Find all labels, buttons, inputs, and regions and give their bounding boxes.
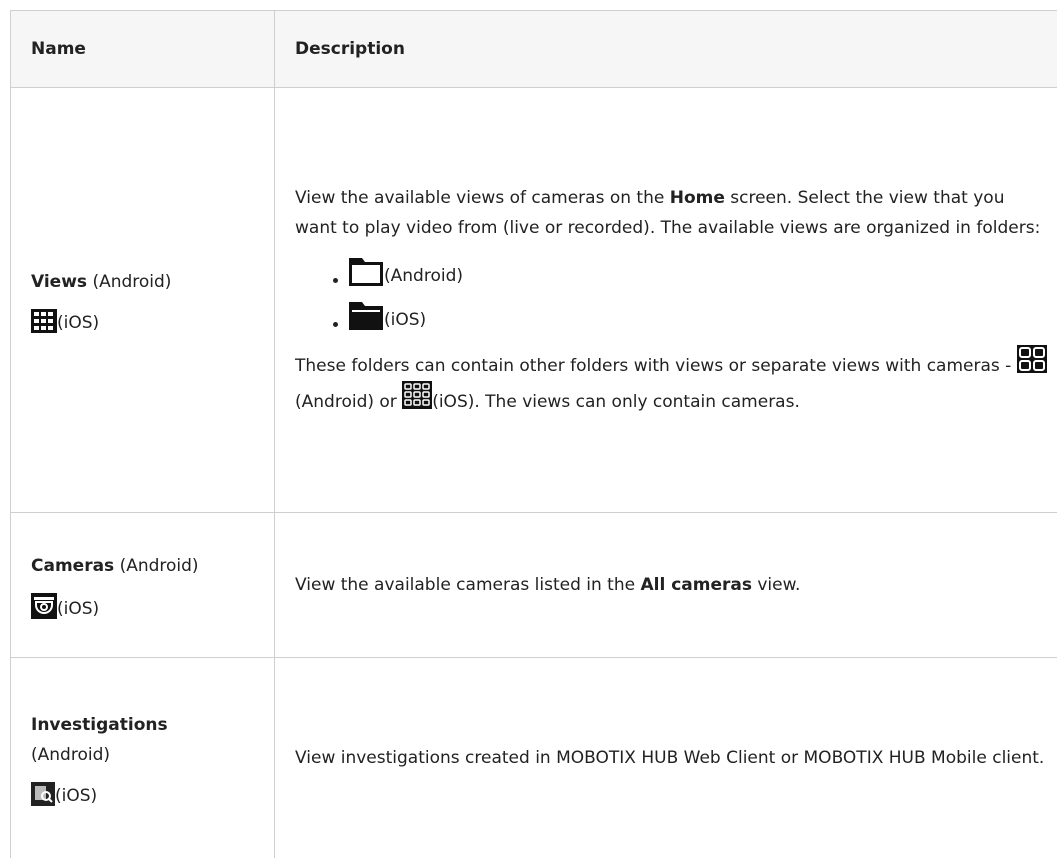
desc-text: view. — [751, 575, 801, 595]
description-cell: View investigations created in MOBOTIX H… — [275, 658, 1057, 858]
description-cell: View the available cameras listed in the… — [275, 513, 1057, 657]
description-paragraph: These folders can contain other folders … — [295, 345, 1050, 417]
bullet-label: (iOS) — [384, 310, 427, 330]
folder-outline-icon — [349, 258, 383, 286]
description-paragraph: View the available cameras listed in the… — [295, 570, 1050, 600]
grid-icon — [31, 309, 57, 333]
row-name: Cameras (Android) — [31, 551, 274, 581]
desc-text: (Android) or — [295, 392, 403, 412]
row-name-bold: Investigations — [31, 715, 168, 735]
feature-table: Name Description Views (Android) (iOS) V… — [10, 10, 1057, 858]
desc-text: (iOS). The views can only contain camera… — [432, 392, 800, 412]
row-name-bold: Cameras — [31, 556, 115, 576]
grid-3x3-icon — [402, 381, 433, 409]
desc-text: View the available cameras listed in the — [295, 575, 641, 595]
list-item: (iOS) — [333, 301, 1050, 331]
desc-emphasis: Home — [669, 188, 725, 208]
table-row: Investigations (Android) (iOS) View inve… — [10, 658, 1057, 858]
desc-text: These folders can contain other folders … — [295, 356, 1017, 376]
bullet-dot — [333, 278, 338, 283]
ios-label: (iOS) — [55, 786, 98, 806]
name-cell: Views (Android) (iOS) — [10, 88, 275, 512]
description-paragraph: View the available views of cameras on t… — [295, 183, 1050, 243]
description-cell: View the available views of cameras on t… — [275, 88, 1057, 512]
camera-dome-icon — [31, 593, 57, 619]
table-row: Cameras (Android) (iOS) View the availab… — [10, 513, 1057, 658]
investigation-icon — [31, 782, 55, 806]
row-name-platform: (Android) — [114, 556, 199, 576]
desc-text: View the available views of cameras on t… — [295, 188, 670, 208]
row-name: Investigations — [31, 710, 274, 740]
header-name: Name — [10, 11, 275, 87]
row-name: Views (Android) — [31, 267, 274, 297]
ios-icon-line: (iOS) — [31, 309, 274, 333]
ios-icon-line: (iOS) — [31, 782, 274, 806]
ios-label: (iOS) — [57, 313, 100, 333]
row-name-platform: (Android) — [87, 272, 172, 292]
name-cell: Cameras (Android) (iOS) — [10, 513, 275, 657]
folder-filled-icon — [349, 302, 383, 330]
bullet-label: (Android) — [384, 266, 463, 286]
row-name-platform: (Android) — [31, 745, 110, 765]
row-name-bold: Views — [31, 272, 88, 292]
name-cell: Investigations (Android) (iOS) — [10, 658, 275, 858]
header-description: Description — [295, 39, 405, 59]
table-header-row: Name Description — [10, 11, 1057, 88]
desc-emphasis: All cameras — [640, 575, 752, 595]
ios-icon-line: (iOS) — [31, 593, 274, 619]
ios-label: (iOS) — [57, 599, 100, 619]
list-item: (Android) — [333, 257, 1050, 287]
table-row: Views (Android) (iOS) View the available… — [10, 88, 1057, 513]
grid-2x2-icon — [1016, 345, 1047, 373]
bullet-dot — [333, 322, 338, 327]
description-paragraph: View investigations created in MOBOTIX H… — [295, 748, 1045, 768]
